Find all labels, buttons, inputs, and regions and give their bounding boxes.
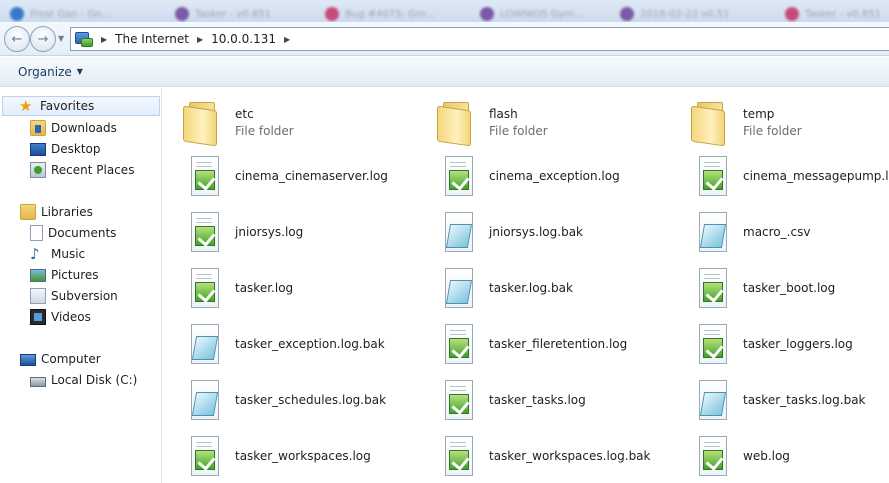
taskbar-tab[interactable]: Frost Gan - Go... — [10, 7, 111, 21]
folder-item[interactable]: etc File folder — [183, 96, 433, 148]
taskbar-tab[interactable]: LOWNIOS Gym... — [480, 7, 584, 21]
tree-item-recent-places[interactable]: Recent Places — [30, 160, 134, 180]
log-file-icon — [443, 156, 475, 196]
computer-icon — [20, 353, 36, 366]
log-file-icon — [443, 436, 475, 476]
address-bar[interactable]: ▶ The Internet ▶ 10.0.0.131 ▶ — [70, 27, 889, 51]
log-file-icon — [443, 324, 475, 364]
pictures-icon — [30, 269, 46, 282]
chevron-right-icon[interactable]: ▶ — [284, 35, 290, 44]
tree-item-music[interactable]: ♪ Music — [30, 244, 85, 264]
file-item[interactable]: web.log — [697, 430, 889, 482]
log-file-icon — [697, 268, 729, 308]
videos-icon — [30, 309, 46, 325]
file-item[interactable]: tasker.log.bak — [443, 262, 693, 314]
browser-tab-icon — [785, 7, 799, 21]
tree-item-videos[interactable]: Videos — [30, 307, 91, 327]
log-file-icon — [697, 156, 729, 196]
taskbar-tab[interactable]: Tasker - v0.851 — [175, 7, 271, 21]
navigation-bar: ← → ▼ ▶ The Internet ▶ 10.0.0.131 ▶ — [0, 22, 889, 56]
tree-item-local-disk[interactable]: Local Disk (C:) — [30, 370, 137, 390]
folder-item[interactable]: flash File folder — [437, 96, 687, 148]
file-item[interactable]: tasker_workspaces.log — [189, 430, 439, 482]
recent-places-icon — [30, 162, 46, 178]
tree-item-documents[interactable]: Documents — [30, 223, 116, 243]
tree-item-favorites[interactable]: ★ Favorites — [2, 96, 160, 116]
libraries-icon — [20, 204, 36, 220]
browser-tab-icon — [325, 7, 339, 21]
hard-disk-icon — [30, 377, 46, 387]
file-item[interactable]: cinema_messagepump.log — [697, 150, 889, 202]
file-item[interactable]: tasker_schedules.log.bak — [189, 374, 439, 426]
file-item[interactable]: tasker_exception.log.bak — [189, 318, 439, 370]
file-item[interactable]: tasker_workspaces.log.bak — [443, 430, 693, 482]
file-list: etc File folder flash File folder temp F… — [163, 88, 889, 483]
tree-item-downloads[interactable]: Downloads — [30, 118, 117, 138]
file-item[interactable]: cinema_exception.log — [443, 150, 693, 202]
backup-file-icon — [189, 324, 221, 364]
organize-button[interactable]: Organize ▼ — [18, 65, 83, 79]
file-item[interactable]: tasker_boot.log — [697, 262, 889, 314]
tree-item-pictures[interactable]: Pictures — [30, 265, 99, 285]
back-button[interactable]: ← — [4, 26, 30, 52]
file-item[interactable]: jniorsys.log — [189, 206, 439, 258]
csv-file-icon — [697, 212, 729, 252]
breadcrumb-the-internet[interactable]: The Internet — [115, 32, 189, 46]
tree-item-desktop[interactable]: Desktop — [30, 139, 101, 159]
file-item[interactable]: cinema_cinemaserver.log — [189, 150, 439, 202]
folder-icon — [183, 100, 223, 147]
arrow-left-icon: ← — [11, 31, 23, 47]
log-file-icon — [697, 436, 729, 476]
taskbar-tab[interactable]: 2018-02-22 v0.51 — [620, 7, 729, 21]
file-item[interactable]: tasker_loggers.log — [697, 318, 889, 370]
file-item[interactable]: macro_.csv — [697, 206, 889, 258]
breadcrumb-host[interactable]: 10.0.0.131 — [211, 32, 276, 46]
backup-file-icon — [697, 380, 729, 420]
taskbar-tab[interactable]: Bug #4075: Gro... — [325, 7, 435, 21]
tree-item-libraries[interactable]: Libraries — [20, 202, 93, 222]
tree-item-subversion[interactable]: Subversion — [30, 286, 118, 306]
chevron-right-icon[interactable]: ▶ — [101, 35, 107, 44]
log-file-icon — [189, 268, 221, 308]
folder-icon — [437, 100, 477, 147]
subversion-library-icon — [30, 288, 46, 304]
downloads-folder-icon — [30, 120, 46, 136]
forward-button[interactable]: → — [30, 26, 56, 52]
log-file-icon — [697, 324, 729, 364]
desktop-icon — [30, 143, 46, 156]
chevron-right-icon[interactable]: ▶ — [197, 35, 203, 44]
log-file-icon — [443, 380, 475, 420]
taskbar-tab[interactable]: Tasker - v0.851 — [785, 7, 881, 21]
network-location-icon — [75, 30, 93, 48]
file-item[interactable]: tasker_tasks.log — [443, 374, 693, 426]
folder-icon — [691, 100, 731, 147]
log-file-icon — [189, 212, 221, 252]
documents-icon — [30, 225, 43, 241]
arrow-right-icon: → — [37, 31, 49, 47]
browser-tab-icon — [620, 7, 634, 21]
backup-file-icon — [443, 212, 475, 252]
star-icon: ★ — [19, 97, 33, 115]
browser-tab-icon — [175, 7, 189, 21]
file-item[interactable]: jniorsys.log.bak — [443, 206, 693, 258]
log-file-icon — [189, 436, 221, 476]
backup-file-icon — [443, 268, 475, 308]
file-item[interactable]: tasker_fileretention.log — [443, 318, 693, 370]
backup-file-icon — [189, 380, 221, 420]
recent-pages-dropdown-icon[interactable]: ▼ — [58, 34, 64, 43]
music-note-icon: ♪ — [30, 245, 40, 263]
browser-tab-icon — [480, 7, 494, 21]
file-item[interactable]: tasker_tasks.log.bak — [697, 374, 889, 426]
chevron-down-icon: ▼ — [76, 67, 83, 76]
browser-tab-icon — [10, 7, 24, 21]
navigation-pane: ★ Favorites Downloads Desktop Recent Pla… — [0, 88, 162, 483]
log-file-icon — [189, 156, 221, 196]
file-item[interactable]: tasker.log — [189, 262, 439, 314]
command-bar: Organize ▼ — [0, 57, 889, 87]
folder-item[interactable]: temp File folder — [691, 96, 889, 148]
tree-item-computer[interactable]: Computer — [20, 349, 101, 369]
